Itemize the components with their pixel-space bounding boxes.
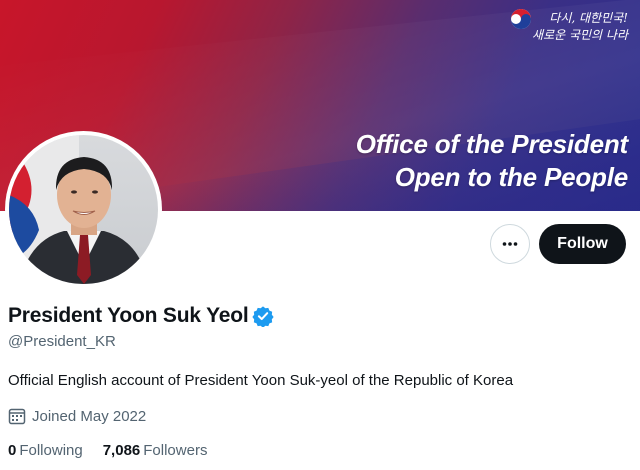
- taegeuk-icon: [511, 9, 531, 29]
- following-count: 0: [8, 442, 17, 459]
- calendar-icon: [8, 408, 26, 425]
- more-options-button[interactable]: [490, 224, 530, 264]
- banner-slogan: Office of the President Open to the Peop…: [355, 128, 629, 194]
- follow-button[interactable]: Follow: [539, 224, 626, 264]
- joined-text: Joined May 2022: [32, 407, 147, 425]
- portrait-illustration: [9, 135, 149, 284]
- more-horizontal-icon: [502, 242, 518, 246]
- profile-avatar[interactable]: [5, 131, 162, 288]
- profile-handle: @President_KR: [8, 333, 116, 350]
- profile-bio: Official English account of President Yo…: [8, 372, 514, 389]
- display-name: President Yoon Suk Yeol: [8, 304, 249, 327]
- profile-name-row: President Yoon Suk Yeol: [8, 304, 275, 328]
- followers-link[interactable]: 7,086 Followers: [103, 442, 208, 459]
- slogan-line-2: Open to the People: [394, 162, 629, 192]
- campaign-brand-logo: 다시, 대한민국! 새로운 국민의 나라: [508, 6, 628, 48]
- following-label: Following: [19, 442, 83, 459]
- followers-label: Followers: [143, 442, 208, 459]
- joined-date: Joined May 2022: [8, 407, 146, 425]
- avatar-photo: [9, 135, 158, 284]
- verified-badge-icon[interactable]: [252, 305, 275, 327]
- profile-stats: 0 Following 7,086 Followers: [8, 442, 207, 459]
- brand-text-line2: 새로운 국민의 나라: [532, 28, 628, 42]
- followers-count: 7,086: [102, 442, 141, 459]
- brand-text-line1: 다시, 대한민국!: [549, 11, 628, 25]
- slogan-line-1: Office of the President: [355, 129, 629, 159]
- following-link[interactable]: 0 Following: [8, 442, 83, 459]
